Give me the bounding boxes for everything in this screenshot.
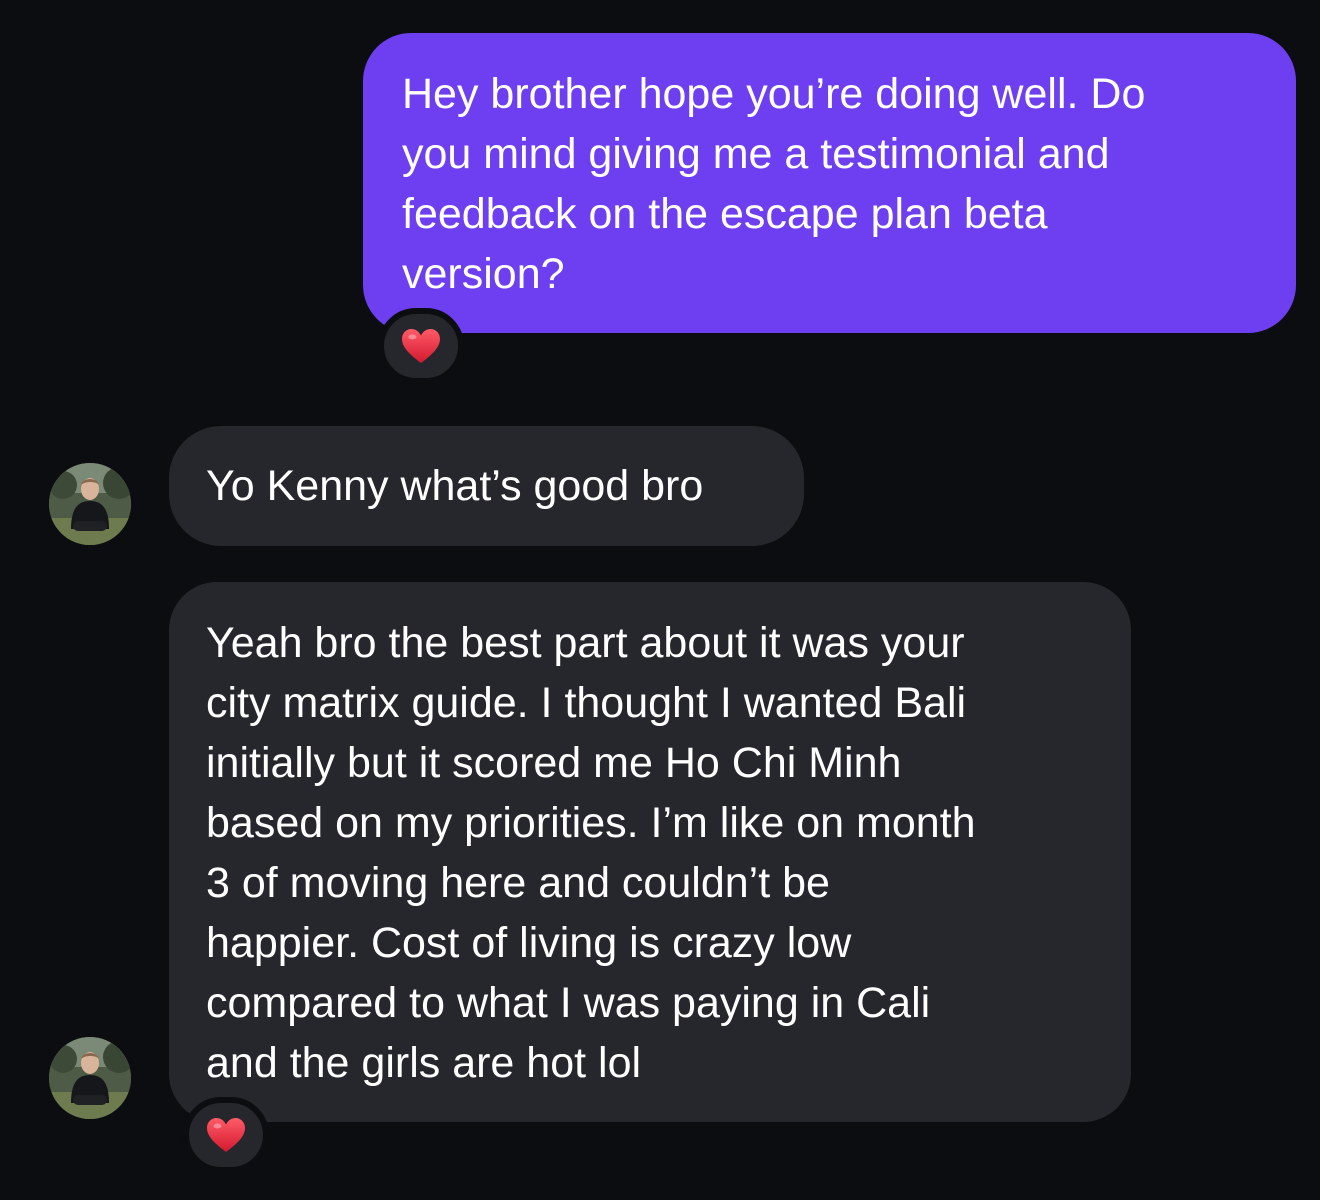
incoming-message-bubble[interactable]: Yeah bro the best part about it was your… [169, 582, 1131, 1122]
outgoing-message-bubble[interactable]: Hey brother hope you’re doing well. Do y… [363, 33, 1296, 333]
avatar-photo [49, 463, 131, 545]
contact-avatar[interactable] [49, 1037, 131, 1119]
chat-thread: Hey brother hope you’re doing well. Do y… [0, 0, 1320, 1200]
message-reaction[interactable] [183, 1097, 269, 1173]
avatar-photo [49, 1037, 131, 1119]
heart-icon [402, 329, 440, 363]
heart-icon [207, 1118, 245, 1152]
contact-avatar[interactable] [49, 463, 131, 545]
incoming-message-bubble[interactable]: Yo Kenny what’s good bro [169, 426, 804, 546]
message-reaction[interactable] [378, 308, 464, 384]
